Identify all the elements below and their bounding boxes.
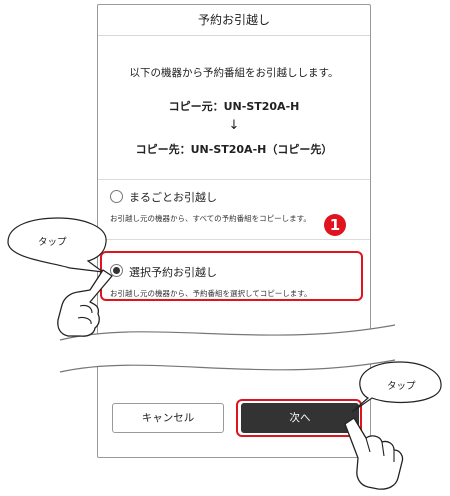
- tap-label-right: タップ: [387, 381, 416, 392]
- pointing-hand-icon: [344, 417, 404, 490]
- screen-break-icon: [59, 324, 396, 373]
- pointing-hand-icon: [57, 269, 113, 337]
- tap-label-left: タップ: [38, 237, 67, 248]
